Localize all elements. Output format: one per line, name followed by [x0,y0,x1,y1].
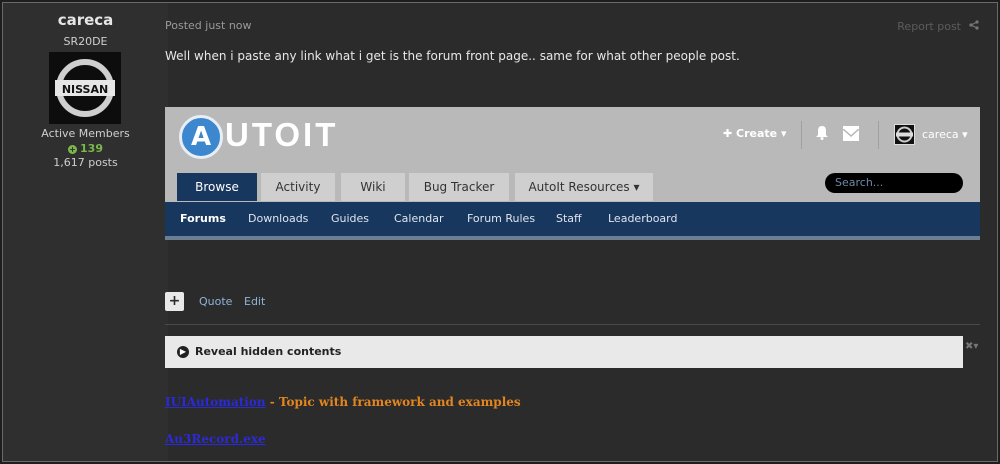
plus-circle-icon: + [68,144,78,154]
nissan-logo-icon: NISSAN [49,52,121,124]
post-body-text: Well when i paste any link what i get is… [165,49,740,63]
avatar-logo-text: NISSAN [62,83,108,96]
reputation-badge: +139 [3,142,168,155]
quote-link[interactable]: Quote [199,295,232,308]
user-menu: careca ▾ [922,128,968,141]
author-panel: careca SR20DE NISSAN Active Members +139… [3,3,168,461]
signature-line-2: Au3Record.exe [165,432,266,446]
envelope-icon [842,126,860,141]
create-label: Create [736,127,778,140]
reveal-label: Reveal hidden contents [195,345,342,358]
caret-down-icon: ▾ [777,127,787,140]
tab-activity: Activity [261,173,335,201]
multiquote-button[interactable]: + [165,292,184,311]
user-avatar-icon [894,124,915,145]
signature-line-1: IUIAutomation - Topic with framework and… [165,395,521,409]
author-post-count: 1,617 posts [53,156,118,169]
plus-icon: ✚ [723,127,737,140]
logo-letter: A [190,122,212,152]
tab-browse: Browse [177,173,257,201]
tab-wiki: Wiki [341,173,405,201]
author-group: Active Members [41,127,130,140]
reputation-value: 139 [80,142,103,155]
post-frame: careca SR20DE NISSAN Active Members +139… [2,2,998,462]
signature-description: - Topic with framework and examples [265,395,521,409]
header-divider [801,121,802,149]
caret-down-icon: ▾ [958,128,968,141]
author-title: SR20DE [63,35,108,48]
nav-downloads: Downloads [248,212,309,225]
close-icon[interactable]: ✖▾ [965,341,978,352]
nav-forum-rules: Forum Rules [467,212,536,225]
embedded-screenshot: A UTOIT ✚ Create ▾ careca ▾ Browse Activ… [165,107,980,240]
forum-nav-bar: Forums Downloads Guides Calendar Forum R… [165,202,980,236]
share-icon[interactable] [969,20,979,33]
reveal-hidden-contents-button[interactable]: ▶ Reveal hidden contents [165,336,963,368]
iuiautomation-link[interactable]: IUIAutomation [165,395,266,409]
tab-autoit-resources: AutoIt Resources ▾ [515,173,653,201]
nav-calendar: Calendar [394,212,444,225]
tab-bug-tracker: Bug Tracker [409,173,509,201]
nav-leaderboard: Leaderboard [608,212,678,225]
caret-down-icon: ▾ [629,180,640,194]
post-timestamp[interactable]: Posted just now [165,19,252,32]
edit-link[interactable]: Edit [244,295,265,308]
chevron-right-icon: ▶ [177,346,189,358]
header-divider [878,121,879,149]
bell-icon [815,125,829,144]
au3record-link[interactable]: Au3Record.exe [165,432,266,446]
author-name[interactable]: careca [3,11,168,29]
search-input: Search... [825,173,963,193]
tab-autoit-resources-label: AutoIt Resources [528,180,630,194]
user-name: careca [922,128,959,141]
nav-guides: Guides [331,212,370,225]
nav-bottom-strip [165,236,980,240]
create-button: ✚ Create ▾ [723,127,787,140]
nav-forums: Forums [180,212,226,225]
report-post-link[interactable]: Report post [897,20,961,33]
nav-staff: Staff [556,212,582,225]
avatar[interactable]: NISSAN [49,52,121,124]
logo-text: UTOIT [225,116,339,153]
signature-divider [165,324,980,325]
